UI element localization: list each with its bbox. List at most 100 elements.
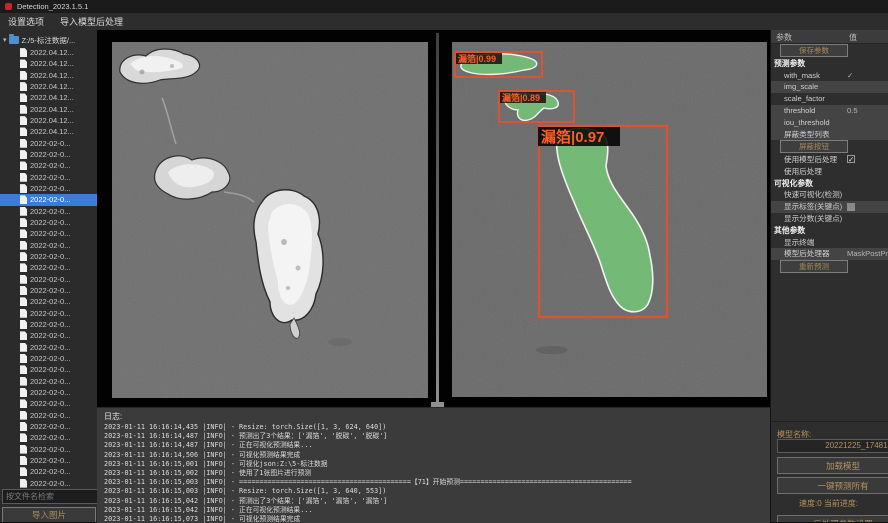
prediction-image-canvas[interactable]: 漏箔|0.99 漏箔|0.89 漏箔|0.97: [452, 42, 767, 397]
log-line: 2023-01-11 16:16:14,487 |INFO| - 正在可视化预测…: [104, 441, 764, 450]
tree-root-label: Z:/5-标注数据/...: [22, 35, 76, 46]
tree-item[interactable]: 2022-02-0...: [0, 262, 97, 273]
file-icon: [20, 286, 27, 295]
tree-item[interactable]: 2022-02-0...: [0, 466, 97, 477]
menu-item-import-postprocess[interactable]: 导入模型后处理: [52, 13, 131, 30]
tree-item[interactable]: 2022-02-0...: [0, 206, 97, 217]
param-row[interactable]: threshold0.5: [771, 105, 888, 117]
tree-item[interactable]: 2022.04.12...: [0, 126, 97, 137]
param-row[interactable]: 屏蔽类型列表: [771, 128, 888, 140]
tree-item-label: 2022-02-0...: [30, 184, 70, 193]
tree-item[interactable]: 2022-02-0...: [0, 172, 97, 183]
repredict-button[interactable]: 重新预测: [780, 260, 848, 273]
postprocess-settings-button[interactable]: 后处理参数设置: [777, 515, 888, 522]
tree-item[interactable]: 2022-02-0...: [0, 387, 97, 398]
tree-item[interactable]: 2022-02-0...: [0, 353, 97, 364]
param-label: scale_factor: [771, 94, 825, 103]
detection-label-1: 漏箔|0.99: [458, 53, 496, 64]
tree-item[interactable]: 2022-02-0...: [0, 296, 97, 307]
tree-item[interactable]: 2022-02-0...: [0, 285, 97, 296]
menu-item-settings[interactable]: 设置选项: [0, 13, 52, 30]
tree-item[interactable]: 2022-02-0...: [0, 319, 97, 330]
tree-item[interactable]: 2022-02-0...: [0, 477, 97, 488]
tree-item[interactable]: 2022-02-0...: [0, 149, 97, 160]
param-category: 预测参数: [771, 58, 888, 70]
tree-item[interactable]: 2022-02-0...: [0, 240, 97, 251]
tree-item-label: 2022-02-0...: [30, 286, 70, 295]
param-row[interactable]: 显示终端: [771, 236, 888, 248]
tree-item[interactable]: 2022-02-0...: [0, 342, 97, 353]
tree-item[interactable]: 2022-02-0...: [0, 183, 97, 194]
param-row[interactable]: 使用模型后处理✓: [771, 154, 888, 166]
file-icon: [20, 377, 27, 386]
tree-item[interactable]: 2022-02-0...: [0, 398, 97, 409]
model-name-field[interactable]: 20221225_174813: [777, 439, 888, 453]
parameter-panel: 参数 值 保存参数预测参数with_mask✓img_scalescale_fa…: [770, 30, 888, 522]
file-icon: [20, 388, 27, 397]
param-row[interactable]: 显示标签(关键点): [771, 201, 888, 213]
tree-item[interactable]: 2022-02-0...: [0, 421, 97, 432]
tree-item[interactable]: 2022.04.12...: [0, 104, 97, 115]
tree-root-folder[interactable]: ▾ Z:/5-标注数据/...: [0, 33, 97, 47]
tree-item[interactable]: 2022-02-0...: [0, 274, 97, 285]
tree-item-label: 2022-02-0...: [30, 195, 70, 204]
search-input[interactable]: [2, 489, 98, 504]
log-line: 2023-01-11 16:16:15,042 |INFO| - 预测出了3个结…: [104, 497, 764, 506]
file-icon: [20, 105, 27, 114]
param-value: ✓: [847, 71, 853, 80]
param-row[interactable]: iou_threshold: [771, 116, 888, 128]
panel-splitter[interactable]: [436, 33, 439, 407]
import-images-button[interactable]: 导入图片: [2, 507, 96, 522]
image-viewer: 漏箔|0.99 漏箔|0.89 漏箔|0.97: [97, 30, 770, 407]
tree-item[interactable]: 2022-02-0...: [0, 455, 97, 466]
tree-item-label: 2022-02-0...: [30, 229, 70, 238]
file-icon: [20, 365, 27, 374]
tree-item[interactable]: 2022-02-0...: [0, 330, 97, 341]
tree-item[interactable]: 2022.04.12...: [0, 81, 97, 92]
file-icon: [20, 445, 27, 454]
tree-item[interactable]: 2022.04.12...: [0, 58, 97, 69]
tree-item[interactable]: 2022-02-0...: [0, 432, 97, 443]
tree-item[interactable]: 2022-02-0...: [0, 194, 97, 205]
param-row[interactable]: scale_factor: [771, 93, 888, 105]
tree-item[interactable]: 2022-02-0...: [0, 228, 97, 239]
checkbox[interactable]: ✓: [847, 155, 855, 163]
predict-all-button[interactable]: 一键预测所有: [777, 477, 888, 494]
tree-item[interactable]: 2022-02-0...: [0, 410, 97, 421]
tree-item[interactable]: 2022-02-0...: [0, 364, 97, 375]
log-title: 日志:: [104, 411, 122, 422]
param-button[interactable]: 屏蔽按钮: [780, 140, 848, 153]
tree-item-label: 2022-02-0...: [30, 354, 70, 363]
param-row[interactable]: with_mask✓: [771, 69, 888, 81]
param-row[interactable]: 显示分数(关键点): [771, 213, 888, 225]
param-row[interactable]: 快速可视化(检测): [771, 189, 888, 201]
tree-item-label: 2022-02-0...: [30, 399, 70, 408]
tree-item[interactable]: 2022.04.12...: [0, 47, 97, 58]
load-model-button[interactable]: 加载模型: [777, 457, 888, 474]
tree-item[interactable]: 2022-02-0...: [0, 138, 97, 149]
tree-item-label: 2022-02-0...: [30, 207, 70, 216]
tree-item-label: 2022-02-0...: [30, 275, 70, 284]
param-row[interactable]: 使用后处理: [771, 165, 888, 177]
tree-item[interactable]: 2022-02-0...: [0, 217, 97, 228]
param-row[interactable]: img_scale: [771, 81, 888, 93]
param-category: 其他参数: [771, 224, 888, 236]
tree-item[interactable]: 2022.04.12...: [0, 70, 97, 81]
tree-item[interactable]: 2022-02-0...: [0, 308, 97, 319]
param-button[interactable]: 保存参数: [780, 44, 848, 57]
tree-item[interactable]: 2022-02-0...: [0, 251, 97, 262]
file-icon: [20, 195, 27, 204]
tree-item-label: 2022-02-0...: [30, 467, 70, 476]
file-icon: [20, 71, 27, 80]
tree-item[interactable]: 2022-02-0...: [0, 376, 97, 387]
tree-item[interactable]: 2022.04.12...: [0, 115, 97, 126]
checkbox[interactable]: [847, 203, 855, 211]
tree-item[interactable]: 2022.04.12...: [0, 92, 97, 103]
param-row[interactable]: 模型后处理器MaskPostPro: [771, 248, 888, 260]
original-image-canvas[interactable]: [112, 42, 428, 398]
file-icon: [20, 48, 27, 57]
tree-item[interactable]: 2022-02-0...: [0, 443, 97, 454]
tree-item-label: 2022-02-0...: [30, 139, 70, 148]
tree-item[interactable]: 2022-02-0...: [0, 160, 97, 171]
window-title: Detection_2023.1.5.1: [17, 2, 88, 11]
